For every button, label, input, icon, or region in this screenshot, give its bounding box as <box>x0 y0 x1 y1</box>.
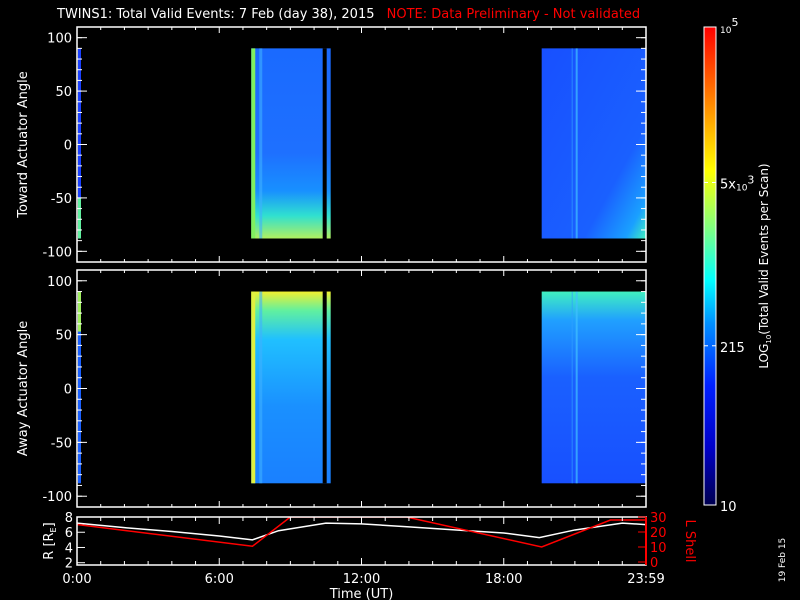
y-tick-label: 0 <box>64 383 72 398</box>
edge-data-highlight <box>78 291 81 332</box>
l-tick-label: 0 <box>650 556 658 571</box>
edge-data-highlight <box>78 198 81 239</box>
x-tick-label: 6:00 <box>205 572 234 587</box>
spectrogram-block-edge <box>251 48 256 239</box>
spectrogram-block <box>541 48 646 239</box>
y-tick-label: -50 <box>51 192 72 207</box>
colorbar-label-part: (Total Valid Events per Scan) <box>757 163 771 334</box>
y-tick-label: -100 <box>42 245 72 260</box>
x-tick-label: 18:00 <box>485 572 522 587</box>
spectrogram-stripe <box>259 48 263 239</box>
spectrogram-block <box>251 291 331 484</box>
title-note: NOTE: Data Preliminary - Not validated <box>386 7 641 22</box>
tick-pre: 10 <box>720 500 737 515</box>
x-axis-label: Time (UT) <box>329 587 394 600</box>
x-tick-label: 12:00 <box>343 572 380 587</box>
spectrogram-stripe <box>259 291 263 484</box>
r-distance-line <box>77 522 646 541</box>
y-tick-label: -100 <box>42 490 72 505</box>
l-tick-label: 10 <box>650 541 667 556</box>
colorbar <box>703 26 717 506</box>
spectrogram-block-edge <box>251 291 256 484</box>
tick-pre: 5x <box>720 177 736 192</box>
spectrogram-gap <box>322 291 327 484</box>
y-tick-label: 100 <box>47 275 72 290</box>
r-tick-label: 6 <box>65 526 73 541</box>
tick-exp: 3 <box>747 173 754 186</box>
title-main: TWINS1: Total Valid Events: 7 Feb (day 3… <box>57 7 375 22</box>
l-shell-axis-label: L Shell <box>682 519 697 562</box>
r-tick-label: 4 <box>65 541 73 556</box>
plot-title: TWINS1: Total Valid Events: 7 Feb (day 3… <box>57 7 640 22</box>
spectrogram-stripe <box>571 48 573 239</box>
l-tick-label: 30 <box>650 511 667 526</box>
y-tick-label: 100 <box>47 32 72 47</box>
colorbar-label-part: 10 <box>765 335 773 344</box>
colorbar-tick-label: 215 <box>720 341 745 356</box>
tick-base: 10 <box>720 26 732 36</box>
spectrogram-block <box>541 291 646 484</box>
x-tick-label: 23:59 <box>627 572 664 587</box>
colorbar-tick-label: 105 <box>720 16 738 36</box>
r-tick-label: 8 <box>65 511 73 526</box>
date-stamp: 19 Feb 15 <box>778 538 788 583</box>
twins-plot: 100500-50-100Toward Actuator Angle100500… <box>16 16 788 600</box>
y-tick-label: 50 <box>55 329 72 344</box>
y-axis-label: Toward Actuator Angle <box>16 71 31 218</box>
x-tick-label: 0:00 <box>62 572 91 587</box>
spectrogram-stripe <box>571 291 573 484</box>
y-tick-label: 50 <box>55 85 72 100</box>
spectrogram-block <box>251 48 331 239</box>
colorbar-label-part: LOG <box>757 344 771 369</box>
tick-pre: 215 <box>720 341 745 356</box>
y-tick-label: 0 <box>64 139 72 154</box>
tick-base: 10 <box>736 183 748 193</box>
r-tick-label: 2 <box>65 557 73 572</box>
r-axis-label-part: ] <box>42 522 57 527</box>
spectrogram-stripe <box>575 48 578 239</box>
colorbar-tick-label: 10 <box>720 500 737 515</box>
r-axis-label-part: R [R <box>42 532 57 559</box>
y-axis-label: Away Actuator Angle <box>16 321 31 456</box>
spectrogram-stripe <box>575 291 578 484</box>
l-tick-label: 20 <box>650 526 667 541</box>
r-axis-label: R [RE] <box>42 522 58 559</box>
y-tick-label: -50 <box>51 436 72 451</box>
colorbar-label: LOG10(Total Valid Events per Scan) <box>757 163 773 368</box>
colorbar-tick-label: 5x103 <box>720 173 754 193</box>
spectrogram-gap <box>322 48 327 239</box>
tick-exp: 5 <box>731 16 738 29</box>
